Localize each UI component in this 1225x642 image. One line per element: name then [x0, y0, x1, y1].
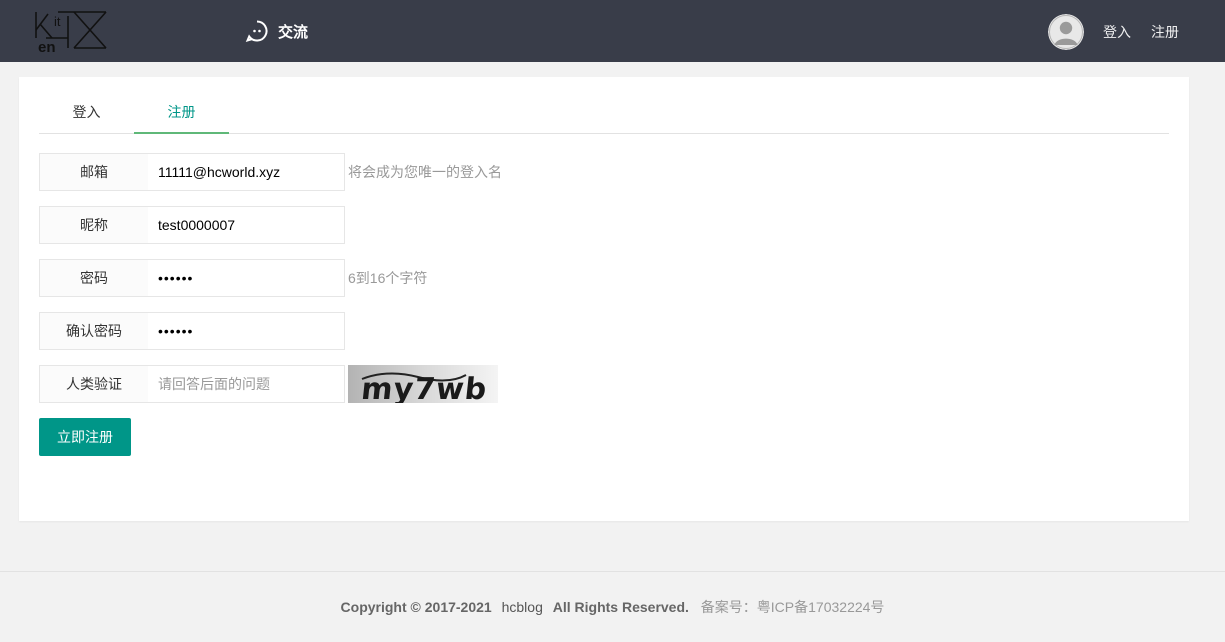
confirm-password-row: 确认密码 •••••• [39, 312, 1169, 350]
chat-bubble-icon [245, 20, 268, 43]
footer-icp-link[interactable]: 粤ICP备17032224号 [757, 599, 885, 615]
confirm-password-field[interactable]: •••••• [148, 312, 345, 350]
nickname-field[interactable]: test0000007 [148, 206, 345, 244]
email-hint: 将会成为您唯一的登入名 [348, 164, 502, 180]
nickname-label: 昵称 [39, 206, 149, 244]
footer-site-name: hcblog [501, 599, 543, 615]
nickname-row: 昵称 test0000007 [39, 206, 1169, 244]
register-submit-button[interactable]: 立即注册 [39, 418, 131, 456]
footer: Copyright © 2017-2021 hcblog All Rights … [0, 571, 1225, 635]
password-row: 密码 •••••• 6到16个字符 [39, 259, 1169, 297]
header-login-link[interactable]: 登入 [1103, 22, 1131, 42]
email-row: 邮箱 11111@hcworld.xyz 将会成为您唯一的登入名 [39, 153, 1169, 191]
captcha-image[interactable]: my7wb [348, 365, 498, 403]
svg-text:it: it [54, 14, 61, 29]
password-label: 密码 [39, 259, 149, 297]
email-label: 邮箱 [39, 153, 149, 191]
captcha-row: 人类验证 请回答后面的问题 my7wb [39, 365, 1169, 403]
tab-register[interactable]: 注册 [134, 93, 229, 134]
header-register-link[interactable]: 注册 [1151, 22, 1179, 42]
tab-login[interactable]: 登入 [39, 93, 134, 133]
footer-copyright: Copyright © 2017-2021 [340, 599, 492, 615]
auth-tabs: 登入 注册 [39, 93, 1169, 134]
password-hint: 6到16个字符 [348, 270, 428, 286]
captcha-text: my7wb [360, 372, 490, 403]
confirm-password-label: 确认密码 [39, 312, 149, 350]
svg-text:en: en [38, 39, 56, 54]
top-nav-bar: it en 交流 登入 注册 [0, 0, 1225, 62]
user-avatar-icon[interactable] [1048, 14, 1084, 50]
captcha-label: 人类验证 [39, 365, 149, 403]
captcha-input[interactable]: 请回答后面的问题 [148, 365, 345, 403]
site-logo[interactable]: it en [32, 10, 108, 54]
nav-community-link[interactable]: 交流 [245, 18, 308, 44]
register-card: 登入 注册 邮箱 11111@hcworld.xyz 将会成为您唯一的登入名 昵… [19, 77, 1189, 521]
password-field[interactable]: •••••• [148, 259, 345, 297]
email-field[interactable]: 11111@hcworld.xyz [148, 153, 345, 191]
footer-rights: All Rights Reserved. [552, 599, 689, 615]
footer-icp-label: 备案号： [700, 599, 757, 615]
nav-community-label: 交流 [278, 23, 309, 41]
